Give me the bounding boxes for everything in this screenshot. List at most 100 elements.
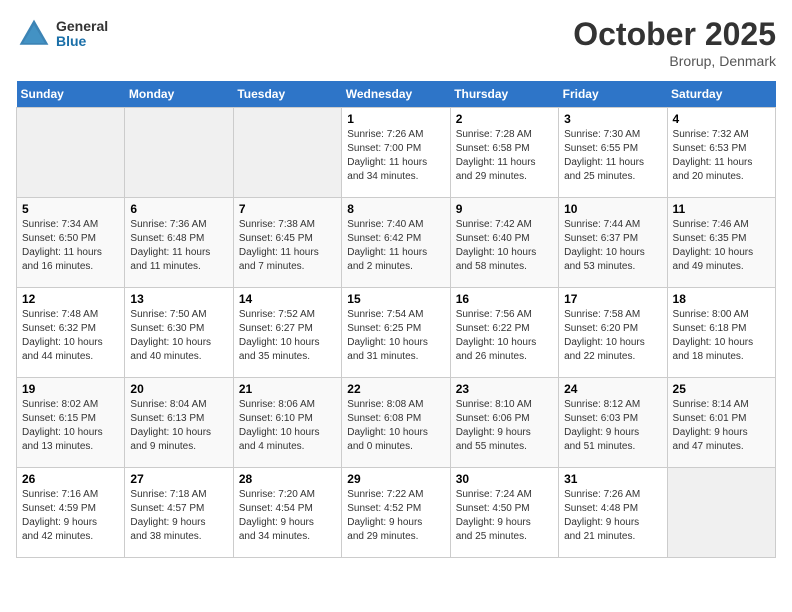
- day-detail: Sunrise: 8:00 AM Sunset: 6:18 PM Dayligh…: [673, 308, 770, 364]
- day-number: 28: [239, 472, 336, 486]
- calendar-cell: 27Sunrise: 7:18 AM Sunset: 4:57 PM Dayli…: [125, 468, 233, 558]
- calendar-cell: 14 Sunrise: 7:52 AM Sunset: 6:27 PM Dayli…: [233, 288, 341, 378]
- day-number: 14: [239, 292, 336, 306]
- calendar-cell: 26 Sunrise: 7:16 AM Sunset: 4:59 PM Dayli…: [17, 468, 125, 558]
- day-number: 7: [239, 202, 336, 216]
- calendar-cell: 2 Sunrise: 7:28 AM Sunset: 6:58 PM Daylig…: [450, 108, 558, 198]
- day-detail: Sunrise: 8:08 AM Sunset: 6:08 PM Dayligh…: [347, 398, 444, 454]
- calendar-cell: 29 Sunrise: 7:22 AM Sunset: 4:52 PM Dayli…: [342, 468, 450, 558]
- day-number: 26: [22, 472, 119, 486]
- day-detail: Sunrise: 7:52 AM Sunset: 6:27 PM Dayligh…: [239, 308, 336, 364]
- logo: General Blue: [16, 16, 108, 52]
- day-detail: Sunrise: 8:10 AM Sunset: 6:06 PM Dayligh…: [456, 398, 553, 454]
- col-sunday: Sunday: [17, 81, 125, 108]
- calendar-cell: 1 Sunrise: 7:26 AM Sunset: 7:00 PM Daylig…: [342, 108, 450, 198]
- day-number: 18: [673, 292, 770, 306]
- day-detail: Sunrise: 7:50 AM Sunset: 6:30 PM Dayligh…: [130, 308, 227, 364]
- col-friday: Friday: [559, 81, 667, 108]
- day-detail: Sunrise: 7:56 AM Sunset: 6:22 PM Dayligh…: [456, 308, 553, 364]
- day-number: 29: [347, 472, 444, 486]
- calendar-cell: 22 Sunrise: 8:08 AM Sunset: 6:08 PM Dayli…: [342, 378, 450, 468]
- day-detail: Sunrise: 7:36 AM Sunset: 6:48 PM Dayligh…: [130, 218, 227, 274]
- calendar-cell: 18 Sunrise: 8:00 AM Sunset: 6:18 PM Dayli…: [667, 288, 775, 378]
- day-number: 20: [130, 382, 227, 396]
- day-number: 22: [347, 382, 444, 396]
- day-number: 25: [673, 382, 770, 396]
- col-wednesday: Wednesday: [342, 81, 450, 108]
- calendar-cell: 30 Sunrise: 7:24 AM Sunset: 4:50 PM Dayli…: [450, 468, 558, 558]
- calendar-cell: 23 Sunrise: 8:10 AM Sunset: 6:06 PM Dayli…: [450, 378, 558, 468]
- day-number: 5: [22, 202, 119, 216]
- calendar-cell: 28 Sunrise: 7:20 AM Sunset: 4:54 PM Dayli…: [233, 468, 341, 558]
- day-detail: Sunrise: 7:58 AM Sunset: 6:20 PM Dayligh…: [564, 308, 661, 364]
- calendar-cell: 5 Sunrise: 7:34 AM Sunset: 6:50 PM Daylig…: [17, 198, 125, 288]
- calendar-week-1: 1 Sunrise: 7:26 AM Sunset: 7:00 PM Daylig…: [17, 108, 776, 198]
- day-detail: Sunrise: 7:22 AM Sunset: 4:52 PM Dayligh…: [347, 488, 444, 544]
- day-number: 13: [130, 292, 227, 306]
- header-row: Sunday Monday Tuesday Wednesday Thursday…: [17, 81, 776, 108]
- day-detail: Sunrise: 7:38 AM Sunset: 6:45 PM Dayligh…: [239, 218, 336, 274]
- day-number: 1: [347, 112, 444, 126]
- calendar-cell: [233, 108, 341, 198]
- day-detail: Sunrise: 7:48 AM Sunset: 6:32 PM Dayligh…: [22, 308, 119, 364]
- day-number: 8: [347, 202, 444, 216]
- calendar-cell: 24 Sunrise: 8:12 AM Sunset: 6:03 PM Dayli…: [559, 378, 667, 468]
- title-block: October 2025 Brorup, Denmark: [573, 16, 776, 69]
- calendar-week-4: 19Sunrise: 8:02 AM Sunset: 6:15 PM Dayli…: [17, 378, 776, 468]
- day-detail: Sunrise: 7:26 AM Sunset: 7:00 PM Dayligh…: [347, 128, 444, 184]
- calendar-cell: 12 Sunrise: 7:48 AM Sunset: 6:32 PM Dayli…: [17, 288, 125, 378]
- logo-blue-label: Blue: [56, 34, 108, 49]
- col-tuesday: Tuesday: [233, 81, 341, 108]
- day-detail: Sunrise: 7:20 AM Sunset: 4:54 PM Dayligh…: [239, 488, 336, 544]
- calendar-cell: [667, 468, 775, 558]
- day-detail: Sunrise: 7:42 AM Sunset: 6:40 PM Dayligh…: [456, 218, 553, 274]
- day-number: 21: [239, 382, 336, 396]
- col-monday: Monday: [125, 81, 233, 108]
- calendar-cell: [125, 108, 233, 198]
- day-detail: Sunrise: 7:26 AM Sunset: 4:48 PM Dayligh…: [564, 488, 661, 544]
- col-thursday: Thursday: [450, 81, 558, 108]
- day-number: 11: [673, 202, 770, 216]
- day-detail: Sunrise: 8:14 AM Sunset: 6:01 PM Dayligh…: [673, 398, 770, 454]
- calendar-cell: [17, 108, 125, 198]
- calendar-cell: 16Sunrise: 7:56 AM Sunset: 6:22 PM Dayli…: [450, 288, 558, 378]
- logo-text: General Blue: [56, 19, 108, 50]
- day-detail: Sunrise: 7:28 AM Sunset: 6:58 PM Dayligh…: [456, 128, 553, 184]
- day-number: 27: [130, 472, 227, 486]
- calendar-cell: 19Sunrise: 8:02 AM Sunset: 6:15 PM Dayli…: [17, 378, 125, 468]
- calendar-week-5: 26 Sunrise: 7:16 AM Sunset: 4:59 PM Dayli…: [17, 468, 776, 558]
- logo-general-label: General: [56, 19, 108, 34]
- day-detail: Sunrise: 7:54 AM Sunset: 6:25 PM Dayligh…: [347, 308, 444, 364]
- day-number: 17: [564, 292, 661, 306]
- day-number: 4: [673, 112, 770, 126]
- day-number: 24: [564, 382, 661, 396]
- calendar-header: Sunday Monday Tuesday Wednesday Thursday…: [17, 81, 776, 108]
- calendar-cell: 15 Sunrise: 7:54 AM Sunset: 6:25 PM Dayli…: [342, 288, 450, 378]
- calendar-cell: 4Sunrise: 7:32 AM Sunset: 6:53 PM Daylig…: [667, 108, 775, 198]
- calendar-cell: 10 Sunrise: 7:44 AM Sunset: 6:37 PM Dayli…: [559, 198, 667, 288]
- calendar-cell: 25 Sunrise: 8:14 AM Sunset: 6:01 PM Dayli…: [667, 378, 775, 468]
- day-number: 12: [22, 292, 119, 306]
- calendar-cell: 6Sunrise: 7:36 AM Sunset: 6:48 PM Daylig…: [125, 198, 233, 288]
- location-label: Brorup, Denmark: [573, 53, 776, 69]
- day-number: 10: [564, 202, 661, 216]
- calendar-cell: 21Sunrise: 8:06 AM Sunset: 6:10 PM Dayli…: [233, 378, 341, 468]
- day-detail: Sunrise: 7:44 AM Sunset: 6:37 PM Dayligh…: [564, 218, 661, 274]
- day-number: 2: [456, 112, 553, 126]
- day-number: 15: [347, 292, 444, 306]
- calendar-cell: 13 Sunrise: 7:50 AM Sunset: 6:30 PM Dayli…: [125, 288, 233, 378]
- calendar-week-2: 5 Sunrise: 7:34 AM Sunset: 6:50 PM Daylig…: [17, 198, 776, 288]
- day-detail: Sunrise: 7:24 AM Sunset: 4:50 PM Dayligh…: [456, 488, 553, 544]
- day-detail: Sunrise: 7:46 AM Sunset: 6:35 PM Dayligh…: [673, 218, 770, 274]
- day-number: 3: [564, 112, 661, 126]
- day-detail: Sunrise: 7:16 AM Sunset: 4:59 PM Dayligh…: [22, 488, 119, 544]
- calendar-week-3: 12 Sunrise: 7:48 AM Sunset: 6:32 PM Dayli…: [17, 288, 776, 378]
- calendar-table: Sunday Monday Tuesday Wednesday Thursday…: [16, 81, 776, 558]
- calendar-cell: 7 Sunrise: 7:38 AM Sunset: 6:45 PM Daylig…: [233, 198, 341, 288]
- day-number: 30: [456, 472, 553, 486]
- day-detail: Sunrise: 7:34 AM Sunset: 6:50 PM Dayligh…: [22, 218, 119, 274]
- day-detail: Sunrise: 8:04 AM Sunset: 6:13 PM Dayligh…: [130, 398, 227, 454]
- day-detail: Sunrise: 8:12 AM Sunset: 6:03 PM Dayligh…: [564, 398, 661, 454]
- calendar-cell: 31Sunrise: 7:26 AM Sunset: 4:48 PM Dayli…: [559, 468, 667, 558]
- day-number: 23: [456, 382, 553, 396]
